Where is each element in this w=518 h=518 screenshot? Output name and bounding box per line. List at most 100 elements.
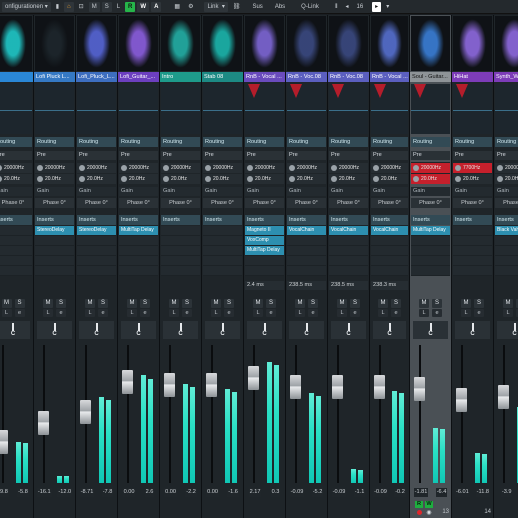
insert-slot[interactable] [0,236,32,245]
phase-button[interactable]: Phase 0° [161,198,200,208]
monitor-button[interactable]: ◉ [425,509,433,516]
home-icon[interactable]: ⌂ [64,1,74,12]
channel-strip[interactable]: Stab 08 Routing Pre 20000Hz 20.0Hz Gain Phase … [202,15,244,518]
eq-curve-display[interactable] [161,84,200,134]
inserts-header[interactable]: Inserts [411,215,450,225]
inserts-header[interactable]: Inserts [245,215,284,225]
volume-fader[interactable] [498,385,509,409]
edit-channel-icon[interactable]: e [56,309,66,317]
pan-control[interactable]: C [79,321,114,339]
volume-fader[interactable] [332,375,343,399]
insert-slot[interactable] [329,236,368,245]
insert-slot[interactable]: VoxComp [245,236,284,245]
insert-slot[interactable] [411,266,450,275]
listen-button[interactable]: L [461,309,471,317]
channel-strip[interactable]: Intro Routing Pre 20000Hz 20.0Hz Gain Phase 0°… [160,15,202,518]
inserts-header[interactable]: Inserts [329,215,368,225]
record-enable-button[interactable] [415,509,423,516]
volume-readout[interactable]: -0.09 [373,488,388,497]
insert-slot[interactable] [203,266,242,275]
insert-slot[interactable] [77,246,116,255]
pan-control[interactable]: C [0,321,30,339]
routing-header[interactable]: Routing [287,137,326,147]
volume-readout[interactable]: 0.00 [122,488,136,497]
volume-readout[interactable]: -1.81 [413,488,429,497]
insert-slot[interactable] [119,266,158,275]
mute-button[interactable]: M [85,299,95,308]
pre-section-header[interactable]: Pre [287,151,326,160]
insert-slot[interactable] [203,236,242,245]
solo-button[interactable]: S [308,299,318,308]
channel-strip[interactable]: Synth_Wi... Routing Pre 20000Hz20.0Hz Gain Ph… [494,15,518,518]
pan-control[interactable]: C [413,321,448,339]
edit-channel-icon[interactable]: e [308,309,318,317]
volume-fader[interactable] [248,366,259,390]
peak-readout[interactable]: -5.2 [311,488,324,497]
routing-header[interactable]: Routing [329,137,368,147]
mute-button[interactable]: M [43,299,53,308]
pan-control[interactable]: C [331,321,366,339]
pre-section-header[interactable]: Pre [495,151,518,160]
volume-fader[interactable] [206,373,217,397]
channel-name[interactable]: Lofi_Pluck_L... [76,72,117,82]
routing-header[interactable]: Routing [77,137,116,147]
channel-name[interactable]: RnB - Voc.08 [286,72,327,82]
prev-icon[interactable]: ◂ [342,2,351,12]
volume-fader[interactable] [122,370,133,394]
insert-slot[interactable] [119,246,158,255]
insert-slot[interactable]: VocalChain [329,226,368,235]
lock-icon[interactable]: ⊡ [76,2,87,12]
routing-header[interactable]: Routing [245,137,284,147]
routing-header[interactable]: Routing [495,137,518,147]
pan-control[interactable]: C [289,321,324,339]
phase-button[interactable]: Phase 0° [203,198,242,208]
insert-slot[interactable]: MultiTap Delay [411,226,450,235]
gain-knob[interactable]: Gain [119,187,158,196]
phase-button[interactable]: Phase 0° [453,198,492,208]
down-icon[interactable]: ▾ [383,2,392,12]
solo-button[interactable]: S [350,299,360,308]
insert-slot[interactable] [161,236,200,245]
mute-button[interactable]: M [378,299,388,308]
insert-slot[interactable] [453,236,492,245]
routing-header[interactable]: Routing [453,137,492,147]
gain-knob[interactable]: Gain [371,187,408,196]
solo-button[interactable]: S [474,299,484,308]
solo-button[interactable]: S [56,299,66,308]
qlink-button[interactable]: Q-Link [298,2,322,12]
eq-curve-display[interactable] [0,84,32,134]
insert-slot[interactable] [203,246,242,255]
pan-control[interactable]: C [455,321,490,339]
channel-name[interactable]: Stab 08 [202,72,243,82]
peak-readout[interactable]: 0.3 [270,488,281,497]
highcut-filter[interactable]: 20000Hz [329,163,368,173]
insert-slot[interactable] [287,256,326,265]
pan-control[interactable]: C [163,321,198,339]
pre-section-header[interactable]: Pre [203,151,242,160]
volume-fader[interactable] [290,375,301,399]
inserts-header[interactable]: Inserts [35,215,74,225]
lowcut-filter[interactable]: 20.0Hz [119,174,158,184]
inserts-header[interactable]: Inserts [371,215,408,225]
gain-knob[interactable]: Gain [329,187,368,196]
routing-header[interactable]: Routing [411,137,450,147]
pre-section-header[interactable]: Pre [35,151,74,160]
mute-button[interactable]: M [253,299,263,308]
routing-header[interactable]: Routing [119,137,158,147]
insert-slot[interactable]: StereoDelay [77,226,116,235]
edit-channel-icon[interactable]: e [224,309,234,317]
listen-button[interactable]: L [253,309,263,317]
eq-curve-display[interactable] [77,84,116,134]
gain-knob[interactable]: Gain [203,187,242,196]
solo-button[interactable]: S [98,299,108,308]
highcut-filter[interactable]: 20000Hz [35,163,74,173]
volume-readout[interactable]: -0.09 [289,488,305,497]
peak-readout[interactable]: -2.2 [185,488,197,497]
insert-slot[interactable] [495,246,518,255]
phase-button[interactable]: Phase 0° [245,198,284,208]
lowcut-filter[interactable]: 20.0Hz [287,174,326,184]
insert-slot[interactable] [495,266,518,275]
inserts-header[interactable]: Inserts [495,215,518,225]
volume-fader[interactable] [374,375,385,399]
solo-button[interactable]: S [140,299,150,308]
